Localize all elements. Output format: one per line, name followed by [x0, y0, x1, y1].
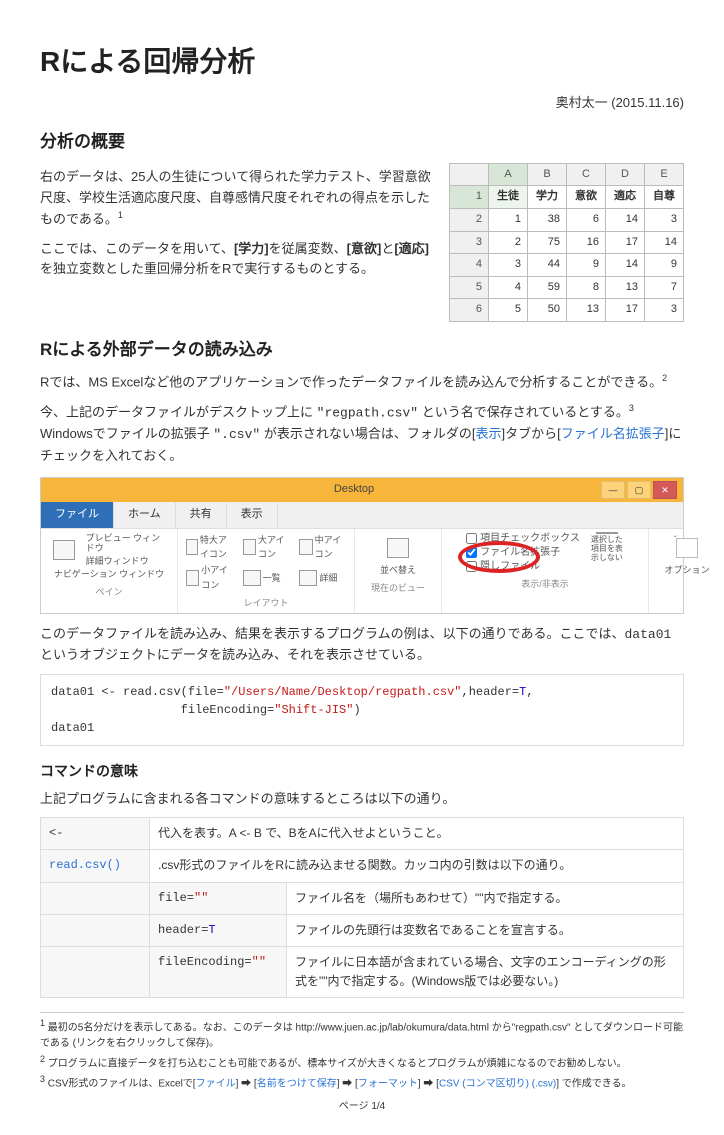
check-itemcheck[interactable]: 項目チェックボックス	[466, 533, 580, 545]
group-current: 現在のビュー	[371, 581, 425, 595]
maximize-icon[interactable]: ▢	[627, 481, 651, 499]
layout-detail-icon[interactable]: 詳細	[299, 563, 346, 592]
group-show: 表示/非表示	[521, 577, 569, 591]
table-row: <- 代入を表す。A <- B で、BをAに代入せよということ。	[41, 818, 684, 850]
link-csv[interactable]: CSV (コンマ区切り) (.csv)	[439, 1078, 556, 1089]
layout-xl-icon[interactable]: 特大アイコン	[186, 533, 233, 562]
read-p2: 今、上記のデータファイルがデスクトップ上に "regpath.csv" という名…	[40, 401, 684, 467]
table-row: header=T ファイルの先頭行は変数名であることを宣言する。	[41, 914, 684, 946]
table-row: 3275161714	[450, 231, 684, 254]
footnote-1: 1 最初の5名分だけを表示してある。なお、このデータは http://www.j…	[40, 1017, 684, 1050]
page-title: Rによる回帰分析	[40, 40, 684, 85]
excel-col-header: A B C D E	[450, 163, 684, 186]
footnote-ref-2: 2	[662, 373, 667, 383]
code-block: data01 <- read.csv(file="/Users/Name/Des…	[40, 674, 684, 746]
table-row: 43449149	[450, 254, 684, 277]
footnote-2: 2 プログラムに直接データを打ち込むことも可能であるが、標本サイズが大きくなると…	[40, 1053, 684, 1071]
group-layout: レイアウト	[243, 596, 288, 610]
check-file-extension[interactable]: ファイル名拡張子	[466, 547, 580, 559]
overview-p1: 右のデータは、25人の生徒について得られた学力テスト、学習意欲尺度、学校生活適応…	[40, 167, 439, 231]
link-file[interactable]: ファイル	[196, 1078, 236, 1089]
table-row: read.csv() .csv形式のファイルをRに読み込ませる関数。カッコ内の引…	[41, 850, 684, 882]
layout-s-icon[interactable]: 小アイコン	[186, 563, 233, 592]
footnote-separator	[40, 1012, 684, 1013]
preview-pane-button[interactable]: プレビュー ウィンドウ	[86, 533, 169, 555]
table-row: file="" ファイル名を（場所もあわせて）""内で指定する。	[41, 882, 684, 914]
read-p1: Rでは、MS Excelなど他のアプリケーションで作ったデータファイルを読み込ん…	[40, 371, 684, 393]
tab-view[interactable]: 表示	[227, 502, 278, 528]
sort-button[interactable]	[381, 533, 415, 563]
tab-file[interactable]: ファイル	[41, 502, 114, 528]
read-p3: このデータファイルを読み込み、結果を表示するプログラムの例は、以下の通りである。…	[40, 624, 684, 667]
footnote-ref-3: 3	[629, 403, 634, 413]
minimize-icon[interactable]: —	[601, 481, 625, 499]
footnote-3: 3 CSV形式のファイルは、Excelで[ファイル] ➡ [名前をつけて保存] …	[40, 1073, 684, 1091]
excel-data-table: A B C D E 1 生徒 学力 意欲 適応 自尊 21386143 3275…	[449, 163, 684, 322]
excel-header-row: 1 生徒 学力 意欲 適応 自尊	[450, 186, 684, 209]
table-row: 54598137	[450, 276, 684, 299]
link-read-csv[interactable]: read.csv()	[41, 850, 150, 882]
section-read-data: Rによる外部データの読み込み	[40, 336, 684, 363]
table-row: fileEncoding="" ファイルに日本語が含まれている場合、文字のエンコ…	[41, 947, 684, 998]
page-number: ページ 1/4	[40, 1099, 684, 1115]
layout-list-icon[interactable]: 一覧	[243, 563, 290, 592]
group-pane: ペイン	[95, 585, 122, 599]
command-table: <- 代入を表す。A <- B で、BをAに代入せよということ。 read.cs…	[40, 817, 684, 998]
table-row: 21386143	[450, 208, 684, 231]
section-overview: 分析の概要	[40, 128, 684, 155]
layout-l-icon[interactable]: 大アイコン	[243, 533, 290, 562]
hide-selected-button[interactable]: 選択した項目を表示しない	[590, 533, 624, 563]
explorer-title: Desktop	[334, 481, 374, 499]
nav-pane-button[interactable]	[49, 535, 80, 565]
author-date: 奥村太一 (2015.11.16)	[40, 93, 684, 114]
section-command-meaning: コマンドの意味	[40, 760, 684, 782]
link-view-tab[interactable]: 表示	[475, 426, 501, 441]
layout-m-icon[interactable]: 中アイコン	[299, 533, 346, 562]
explorer-tabs: ファイル ホーム 共有 表示	[41, 502, 683, 528]
explorer-window: Desktop — ▢ ✕ ファイル ホーム 共有 表示 ˇ プレビュー ウィン…	[40, 477, 684, 614]
chevron-up-icon[interactable]: ˇ	[674, 533, 677, 549]
tab-home[interactable]: ホーム	[114, 502, 176, 528]
link-file-extension[interactable]: ファイル名拡張子	[561, 426, 665, 441]
footnote-ref-1: 1	[118, 210, 123, 220]
link-format[interactable]: フォーマット	[358, 1078, 418, 1089]
overview-text1: 右のデータは、25人の生徒について得られた学力テスト、学習意欲尺度、学校生活適応…	[40, 169, 431, 227]
detail-pane-button[interactable]: 詳細ウィンドウ	[86, 556, 169, 567]
link-saveas[interactable]: 名前をつけて保存	[257, 1078, 337, 1089]
cmd-intro: 上記プログラムに含まれる各コマンドの意味するところは以下の通り。	[40, 789, 684, 810]
tab-share[interactable]: 共有	[176, 502, 227, 528]
close-icon[interactable]: ✕	[653, 481, 677, 499]
overview-p2: ここでは、このデータを用いて、[学力]を従属変数、[意欲]と[適応]を独立変数と…	[40, 239, 439, 281]
check-hidden[interactable]: 隠しファイル	[466, 561, 580, 573]
table-row: 655013173	[450, 299, 684, 322]
